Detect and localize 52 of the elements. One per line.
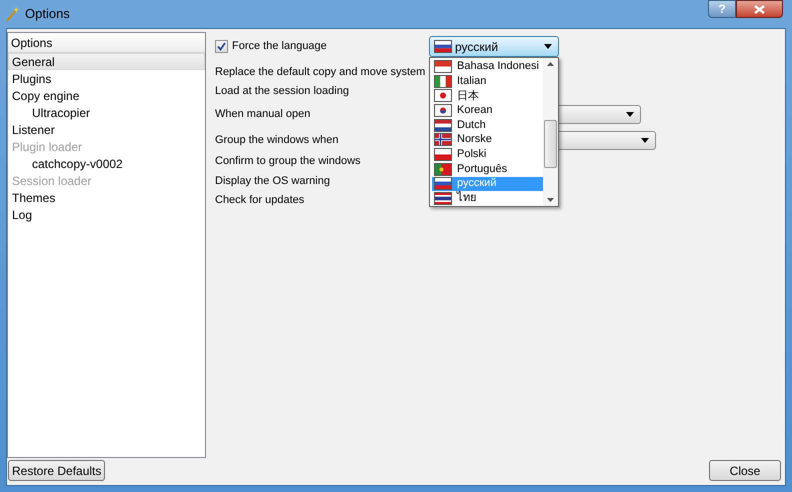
scroll-up-icon: [547, 62, 554, 66]
wand-icon: [5, 6, 21, 22]
sidebar-item[interactable]: Listener: [8, 121, 205, 138]
setting-label: Force the language: [232, 39, 327, 54]
language-option[interactable]: Italian: [432, 74, 543, 88]
flag-icon: [434, 177, 452, 190]
scroll-down-icon: [547, 198, 554, 202]
sidebar-item[interactable]: Plugins: [8, 70, 205, 87]
close-window-button[interactable]: [736, 0, 783, 18]
restore-defaults-button[interactable]: Restore Defaults: [8, 460, 106, 481]
setting-label: Confirm to group the windows: [215, 154, 361, 170]
close-icon: [754, 4, 765, 14]
language-option[interactable]: Dutch: [432, 118, 543, 133]
flag-icon: [434, 162, 452, 176]
dropdown-arrow-icon: [641, 138, 649, 143]
dropdown-arrow-icon: [544, 44, 552, 49]
flag-icon: [434, 74, 452, 88]
language-value: русский: [455, 38, 500, 56]
window-title: Options: [25, 5, 70, 24]
flag-icon: [434, 60, 452, 73]
setting-label: Load at the session loading: [215, 84, 349, 100]
sidebar-item[interactable]: Log: [8, 206, 205, 223]
language-option[interactable]: Polski: [432, 147, 543, 162]
close-button[interactable]: Close: [709, 460, 781, 481]
flag-icon: [434, 104, 452, 117]
language-option[interactable]: Korean: [432, 103, 543, 118]
flag-icon: [434, 89, 452, 102]
sidebar-item[interactable]: Copy engine: [8, 87, 205, 104]
setting-label: Display the OS warning: [215, 174, 330, 190]
setting-label: When manual open: [215, 107, 310, 122]
flag-icon: [434, 118, 452, 132]
flag-icon: [434, 148, 452, 162]
language-option[interactable]: Bahasa Indonesi: [432, 59, 543, 74]
flag-icon: [434, 40, 452, 53]
dropdown-arrow-icon: [626, 112, 634, 117]
language-option[interactable]: Norske: [432, 132, 543, 148]
setting-label: Check for updates: [215, 193, 304, 208]
sidebar-header: Options: [8, 33, 205, 53]
sidebar-item[interactable]: Themes: [8, 189, 205, 206]
language-option[interactable]: 日本: [432, 88, 543, 104]
language-dropdown[interactable]: русский: [429, 36, 559, 57]
language-option[interactable]: Português: [432, 162, 543, 177]
checkbox[interactable]: [215, 40, 228, 53]
scrollbar[interactable]: [543, 58, 558, 206]
sidebar-item[interactable]: Ultracopier: [8, 104, 205, 121]
checkmark-icon: [217, 42, 226, 51]
setting-label: Replace the default copy and move system: [215, 65, 426, 80]
scrollbar-thumb[interactable]: [544, 120, 557, 168]
sidebar-item[interactable]: General: [8, 53, 205, 70]
flag-icon: [434, 133, 452, 146]
setting-label: Group the windows when: [215, 133, 339, 148]
language-option[interactable]: ไทย: [432, 191, 543, 206]
